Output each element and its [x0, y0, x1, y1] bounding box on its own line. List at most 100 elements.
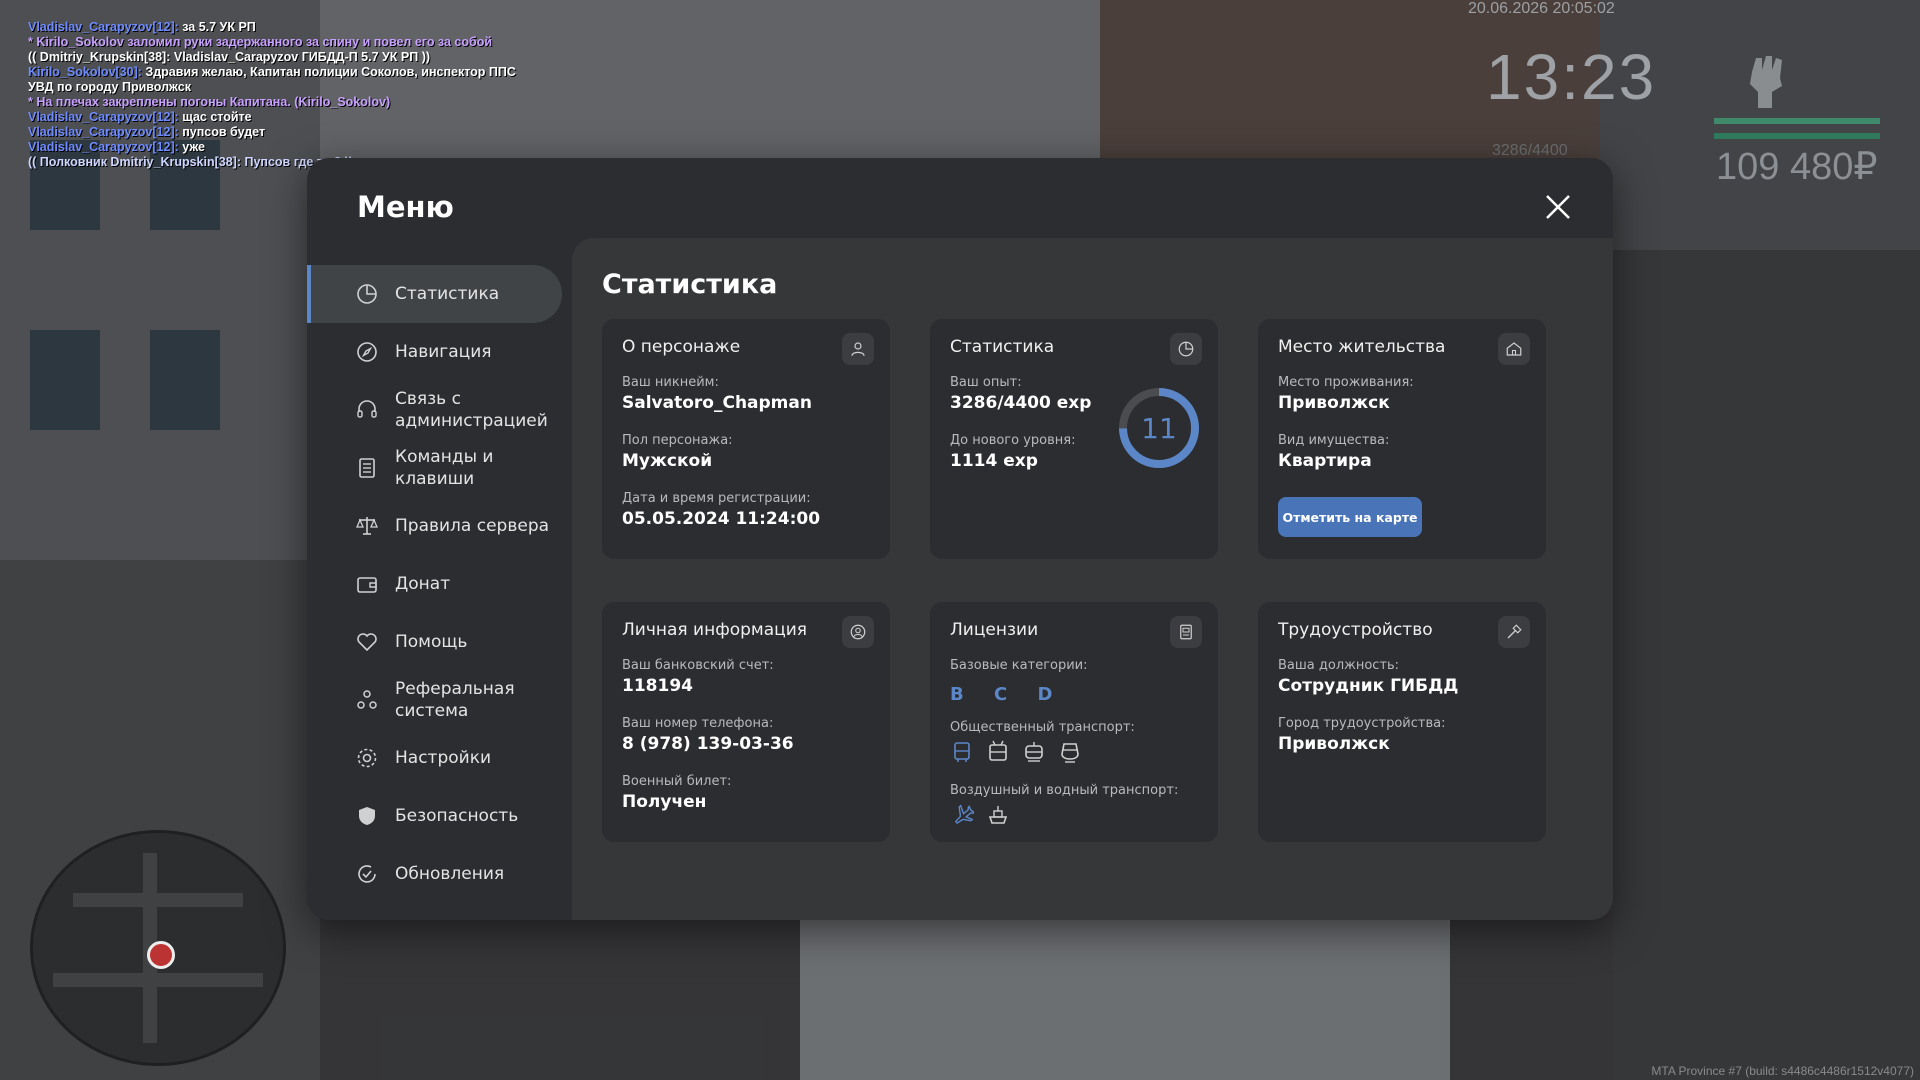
- card-title: Трудоустройство: [1278, 620, 1433, 640]
- minimap-road: [53, 973, 263, 987]
- sidebar-item-help[interactable]: Помощь: [307, 613, 562, 671]
- metro-train-icon: [1061, 743, 1079, 763]
- character-card: О персонаже Ваш никнейм: Salvatoro_Chapm…: [602, 319, 890, 559]
- card-title: Личная информация: [622, 620, 808, 640]
- public-transport-icons: [950, 740, 1082, 764]
- military-value: Получен: [622, 792, 707, 812]
- chat-text: щас стойте: [178, 110, 252, 124]
- chat-author: Vladislav_Carapyzov[12]:: [28, 20, 179, 34]
- property-label: Вид имущества:: [1278, 433, 1390, 448]
- house-icon: [1498, 333, 1530, 365]
- bus-icon: [954, 742, 970, 762]
- sidebar-item-label: Статистика: [395, 284, 500, 304]
- job-city-value: Приволжск: [1278, 734, 1390, 754]
- exp-value: 3286/4400 exp: [950, 393, 1092, 413]
- air-water-transport-icons: [950, 803, 1010, 827]
- hud-datetime: 20.06.2026 20:05:02: [1468, 0, 1615, 17]
- player-marker-icon: [147, 941, 175, 969]
- property-value: Квартира: [1278, 451, 1372, 471]
- sidebar-item-label: Реферальная система: [395, 679, 515, 721]
- sidebar-item-admin-contact[interactable]: Связь с администрацией: [307, 381, 562, 439]
- residence-value: Приволжск: [1278, 393, 1390, 413]
- military-label: Военный билет:: [622, 774, 732, 789]
- close-icon[interactable]: [1543, 192, 1573, 222]
- chat-line: Kirilo_Sokolov[30]: Здравия желаю, Капит…: [28, 65, 516, 80]
- shield-icon: [359, 807, 375, 825]
- exp-label: Ваш опыт:: [950, 375, 1022, 390]
- sidebar-item-security[interactable]: Безопасность: [307, 787, 562, 845]
- sidebar-item-label: Правила сервера: [395, 516, 550, 536]
- sidebar-item-label: Обновления: [395, 864, 505, 884]
- public-transport-label: Общественный транспорт:: [950, 720, 1135, 735]
- chat-author: Vladislav_Carapyzov[12]:: [28, 110, 179, 124]
- chat-line: УВД по городу Приволжск: [28, 80, 516, 95]
- chat-line: (( Dmitriy_Krupskin[38]: Vladislav_Carap…: [28, 50, 516, 65]
- air-water-transport-label: Воздушный и водный транспорт:: [950, 783, 1179, 798]
- card-title: Место жительства: [1278, 337, 1446, 357]
- card-title: О персонаже: [622, 337, 741, 357]
- sidebar-item-donate[interactable]: Донат: [307, 555, 562, 613]
- sidebar-item-referral[interactable]: Реферальная система: [307, 671, 562, 729]
- sidebar-item-statistics[interactable]: Статистика: [307, 265, 562, 323]
- hud-money: 109 480₽: [1716, 146, 1878, 188]
- chat-author: Kirilo_Sokolov[30]:: [28, 65, 142, 79]
- chat-line: Vladislav_Carapyzov[12]: уже: [28, 140, 516, 155]
- statistics-content: Статистика О персонаже Ваш никнейм: Salv…: [572, 238, 1613, 920]
- sidebar-item-rules[interactable]: Правила сервера: [307, 497, 562, 555]
- trolleybus-icon: [989, 740, 1007, 761]
- next-level-value: 1114 exp: [950, 451, 1038, 471]
- chat-author: Vladislav_Carapyzov[12]:: [28, 125, 179, 139]
- gender-value: Мужской: [622, 451, 713, 471]
- chat-line: Vladislav_Carapyzov[12]: пупсов будет: [28, 125, 516, 140]
- sidebar-item-label: Навигация: [395, 342, 492, 362]
- gear-icon: [357, 748, 377, 768]
- nickname-value: Salvatoro_Chapman: [622, 393, 812, 413]
- employment-card: Трудоустройство Ваша должность: Сотрудни…: [1258, 602, 1546, 842]
- mark-on-map-button[interactable]: Отметить на карте: [1278, 497, 1422, 537]
- base-categories-label: Базовые категории:: [950, 658, 1088, 673]
- scales-icon: [356, 517, 378, 535]
- phone-label: Ваш номер телефона:: [622, 716, 774, 731]
- heart-handshake-icon: [357, 633, 377, 652]
- pie-chart-icon: [357, 284, 377, 304]
- boat-icon: [988, 806, 1008, 824]
- next-level-label: До нового уровня:: [950, 433, 1076, 448]
- nickname-label: Ваш никнейм:: [622, 375, 719, 390]
- chat-text: УВД по городу Приволжск: [28, 80, 191, 94]
- person-icon: [842, 333, 874, 365]
- airplane-icon: [954, 804, 974, 824]
- wallet-icon: [357, 577, 377, 593]
- residence-label: Место проживания:: [1278, 375, 1414, 390]
- refresh-check-icon: [358, 865, 376, 883]
- build-info: MTA Province #7 (build: s4486c4486r1512v…: [1651, 1064, 1914, 1078]
- chat-text: (( Dmitriy_Krupskin[38]: Vladislav_Carap…: [28, 50, 431, 64]
- sidebar-item-commands[interactable]: Команды и клавиши: [307, 439, 562, 497]
- level-number: 11: [1141, 412, 1177, 445]
- sidebar-item-label: Настройки: [395, 748, 492, 768]
- hud-clock: 13:23: [1486, 41, 1657, 113]
- user-circle-icon: [842, 616, 874, 648]
- sidebar-item-updates[interactable]: Обновления: [307, 845, 562, 903]
- chat-text: уже: [178, 140, 205, 154]
- menu-title: Меню: [357, 190, 454, 224]
- sidebar-item-settings[interactable]: Настройки: [307, 729, 562, 787]
- chat-line: * Kirilo_Sokolov заломил руки задержанно…: [28, 35, 516, 50]
- residence-card: Место жительства Место проживания: Приво…: [1258, 319, 1546, 559]
- sidebar-item-label: Связь с администрацией: [395, 389, 548, 431]
- sidebar-item-label: Донат: [395, 574, 451, 594]
- sidebar-item-label: Помощь: [395, 632, 468, 652]
- licenses-card: Лицензии Базовые категории: B C D Общест…: [930, 602, 1218, 842]
- sidebar-item-navigation[interactable]: Навигация: [307, 323, 562, 381]
- health-bar: [1714, 118, 1880, 124]
- chat-text: Здравия желаю, Капитан полиции Соколов, …: [141, 65, 516, 79]
- sidebar-item-label: Команды и клавиши: [395, 447, 494, 489]
- sidebar-item-label: Безопасность: [395, 806, 519, 826]
- card-title: Лицензии: [950, 620, 1039, 640]
- chat-text: (( Полковник Dmitriy_Krupskin[38]: Пупсо…: [28, 155, 354, 169]
- menu-panel: Меню Статистика Навигация Связь с админи…: [307, 158, 1613, 920]
- people-network-icon: [357, 690, 377, 709]
- bank-label: Ваш банковский счет:: [622, 658, 774, 673]
- section-title: Статистика: [602, 269, 778, 300]
- level-progress-ring: 11: [1119, 388, 1199, 468]
- fist-weapon-icon: [1750, 56, 1782, 108]
